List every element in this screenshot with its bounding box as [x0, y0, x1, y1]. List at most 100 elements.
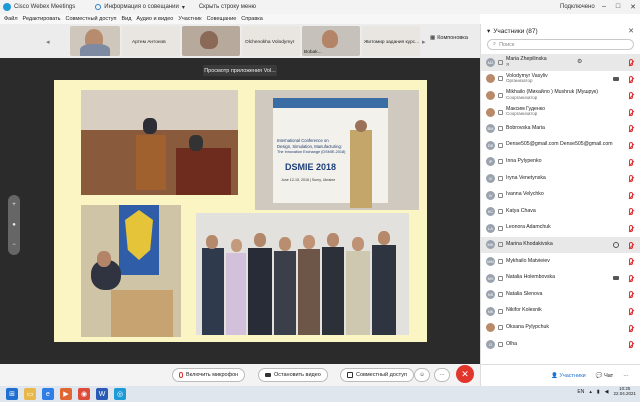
mic-muted-icon[interactable] [629, 341, 633, 349]
mic-muted-icon[interactable] [629, 92, 633, 100]
up-arrow-icon[interactable]: ▴ [589, 389, 592, 395]
participant-row[interactable]: Максим Гуденко Соорганизатор [481, 104, 640, 121]
participant-row[interactable]: NH Natalia Holembovska [481, 270, 640, 287]
participant-row[interactable]: LA Leonora Adamchuk [481, 220, 640, 237]
search-placeholder: Поиск [499, 41, 515, 48]
participant-row[interactable]: MM Mykhailo Matvieiev [481, 253, 640, 270]
menu-share[interactable]: Совместный доступ [66, 16, 117, 22]
shared-app-banner[interactable]: Просмотр приложения Vol... [203, 65, 277, 76]
video-thumbnail[interactable]: Bobak... [302, 26, 360, 56]
participant-row[interactable]: Mikhailo (Михайло ) Mushruk (Мушрук) Соор… [481, 87, 640, 104]
close-panel-icon[interactable]: ✕ [628, 27, 634, 35]
mic-muted-icon[interactable] [629, 291, 633, 299]
start-icon[interactable]: ⊞ [6, 388, 18, 400]
device-icon [498, 142, 503, 148]
mic-muted-icon[interactable] [629, 75, 633, 83]
strip-prev-icon[interactable]: ◂ [46, 38, 50, 46]
video-thumbnail[interactable]: Olchenokha Volodymyr [242, 26, 300, 56]
chat-tab[interactable]: 💬 Чат [596, 373, 614, 379]
participant-row[interactable]: MZ Maria Zhepilinska Я ⚙ [481, 54, 640, 71]
menu-file[interactable]: Файл [4, 16, 18, 22]
strip-next-icon[interactable]: ▸ [422, 38, 426, 46]
language-indicator[interactable]: EN [577, 389, 584, 395]
participant-row[interactable]: O Olha [481, 336, 640, 353]
participant-row[interactable]: NS Natalia Slenova [481, 286, 640, 303]
layout-label: Компоновка [437, 35, 468, 41]
participant-row[interactable]: KC Katya Chava [481, 203, 640, 220]
mic-muted-icon[interactable] [629, 258, 633, 266]
share-button[interactable]: Совместный доступ [340, 368, 414, 382]
panel-footer: 👤 Участники 💬 Чат ··· [481, 364, 640, 386]
video-thumbnail[interactable]: Артем Антонов [122, 26, 180, 56]
participant-row[interactable]: IP Inna Pylypenko [481, 154, 640, 171]
participant-search-input[interactable]: ⌕ Поиск [487, 39, 634, 50]
participant-row[interactable]: Oksana Pylypchuk [481, 320, 640, 337]
menu-edit[interactable]: Редактировать [23, 16, 61, 22]
layout-button[interactable]: ▦ Компоновка [430, 35, 468, 41]
device-icon [498, 325, 503, 331]
participant-row[interactable]: MK Marina Khodakivska [481, 236, 640, 254]
participant-row[interactable]: Volodymyr Vasyliv Организатор [481, 71, 640, 88]
menu-audio-video[interactable]: Аудио и видео [136, 16, 173, 22]
poster-line-1: International Conference on [277, 138, 329, 143]
menu-meeting[interactable]: Совещание [207, 16, 237, 22]
participant-body [80, 44, 110, 56]
reactions-button[interactable]: ☺ [414, 368, 430, 382]
chevron-down-icon[interactable]: ▾ [487, 27, 490, 35]
mic-muted-icon[interactable] [629, 158, 633, 166]
hide-menu-button[interactable]: Скрыть строку меню [199, 4, 256, 10]
meeting-info-button[interactable]: Информация о совещании ▾ [95, 4, 185, 11]
zoom-out-icon[interactable]: − [12, 242, 16, 248]
chrome-icon[interactable]: ◉ [78, 388, 90, 400]
mic-muted-icon[interactable] [629, 191, 633, 199]
volume-icon[interactable]: ◀ [605, 389, 609, 395]
participant-row[interactable]: NK Nikifor Kolesnik [481, 303, 640, 320]
mic-muted-icon[interactable] [629, 307, 633, 315]
mic-muted-icon[interactable] [629, 224, 633, 232]
participants-tab[interactable]: 👤 Участники [551, 373, 586, 379]
clock[interactable]: 10:25 22.04.2021 [613, 386, 636, 397]
stop-video-button[interactable]: Остановить видео [258, 368, 328, 382]
zoom-slider-handle[interactable]: ● [12, 222, 16, 228]
participant-options-icon[interactable]: ⚙ [577, 58, 582, 65]
more-icon[interactable]: ··· [623, 373, 629, 379]
zoom-control[interactable]: + ● − [8, 195, 20, 255]
video-thumbnail[interactable] [70, 26, 120, 56]
ie-icon[interactable]: e [42, 388, 54, 400]
mic-muted-icon[interactable] [629, 175, 633, 183]
group-photo [196, 213, 409, 335]
mic-muted-icon[interactable] [629, 59, 633, 66]
participant-row[interactable]: IV Iryna Venetynska [481, 170, 640, 187]
maximize-icon[interactable]: □ [616, 3, 620, 11]
participant-text: Natalia Holembovska [506, 274, 555, 281]
more-options-button[interactable]: ··· [434, 368, 450, 382]
network-icon[interactable]: ▮ [597, 389, 600, 395]
mic-muted-icon[interactable] [629, 241, 633, 249]
participant-row[interactable]: DE Dense505@gmail.com Dense505@gmail.com [481, 137, 640, 154]
participant-row[interactable]: BM Bobrovska Maria [481, 120, 640, 137]
minimize-icon[interactable]: – [602, 3, 606, 11]
word-icon[interactable]: W [96, 388, 108, 400]
zoom-in-icon[interactable]: + [12, 202, 16, 208]
folder-icon[interactable]: ▭ [24, 388, 36, 400]
avatar: IP [486, 157, 495, 167]
menu-participant[interactable]: Участник [178, 16, 201, 22]
mic-muted-icon[interactable] [629, 125, 633, 133]
mic-muted-icon[interactable] [629, 274, 633, 282]
mic-muted-icon[interactable] [629, 208, 633, 216]
mic-muted-icon[interactable] [629, 141, 633, 149]
unmute-button[interactable]: Включить микрофон [172, 368, 246, 382]
video-thumbnail[interactable]: Житомир задания курс... [362, 26, 420, 56]
mic-muted-icon[interactable] [629, 108, 633, 116]
mic-muted-icon[interactable] [629, 324, 633, 332]
end-meeting-button[interactable]: ✕ [456, 365, 474, 383]
participant-row[interactable]: IV Ivanna Velychko [481, 187, 640, 204]
close-icon[interactable]: ✕ [630, 3, 636, 11]
device-icon [498, 275, 503, 281]
menu-view[interactable]: Вид [121, 16, 131, 22]
menu-help[interactable]: Справка [241, 16, 263, 22]
webex-taskbar-icon[interactable]: ◎ [114, 388, 126, 400]
media-icon[interactable]: ▶ [60, 388, 72, 400]
poster-acronym: DSMIE 2018 [285, 162, 337, 172]
video-thumbnail[interactable] [182, 26, 240, 56]
